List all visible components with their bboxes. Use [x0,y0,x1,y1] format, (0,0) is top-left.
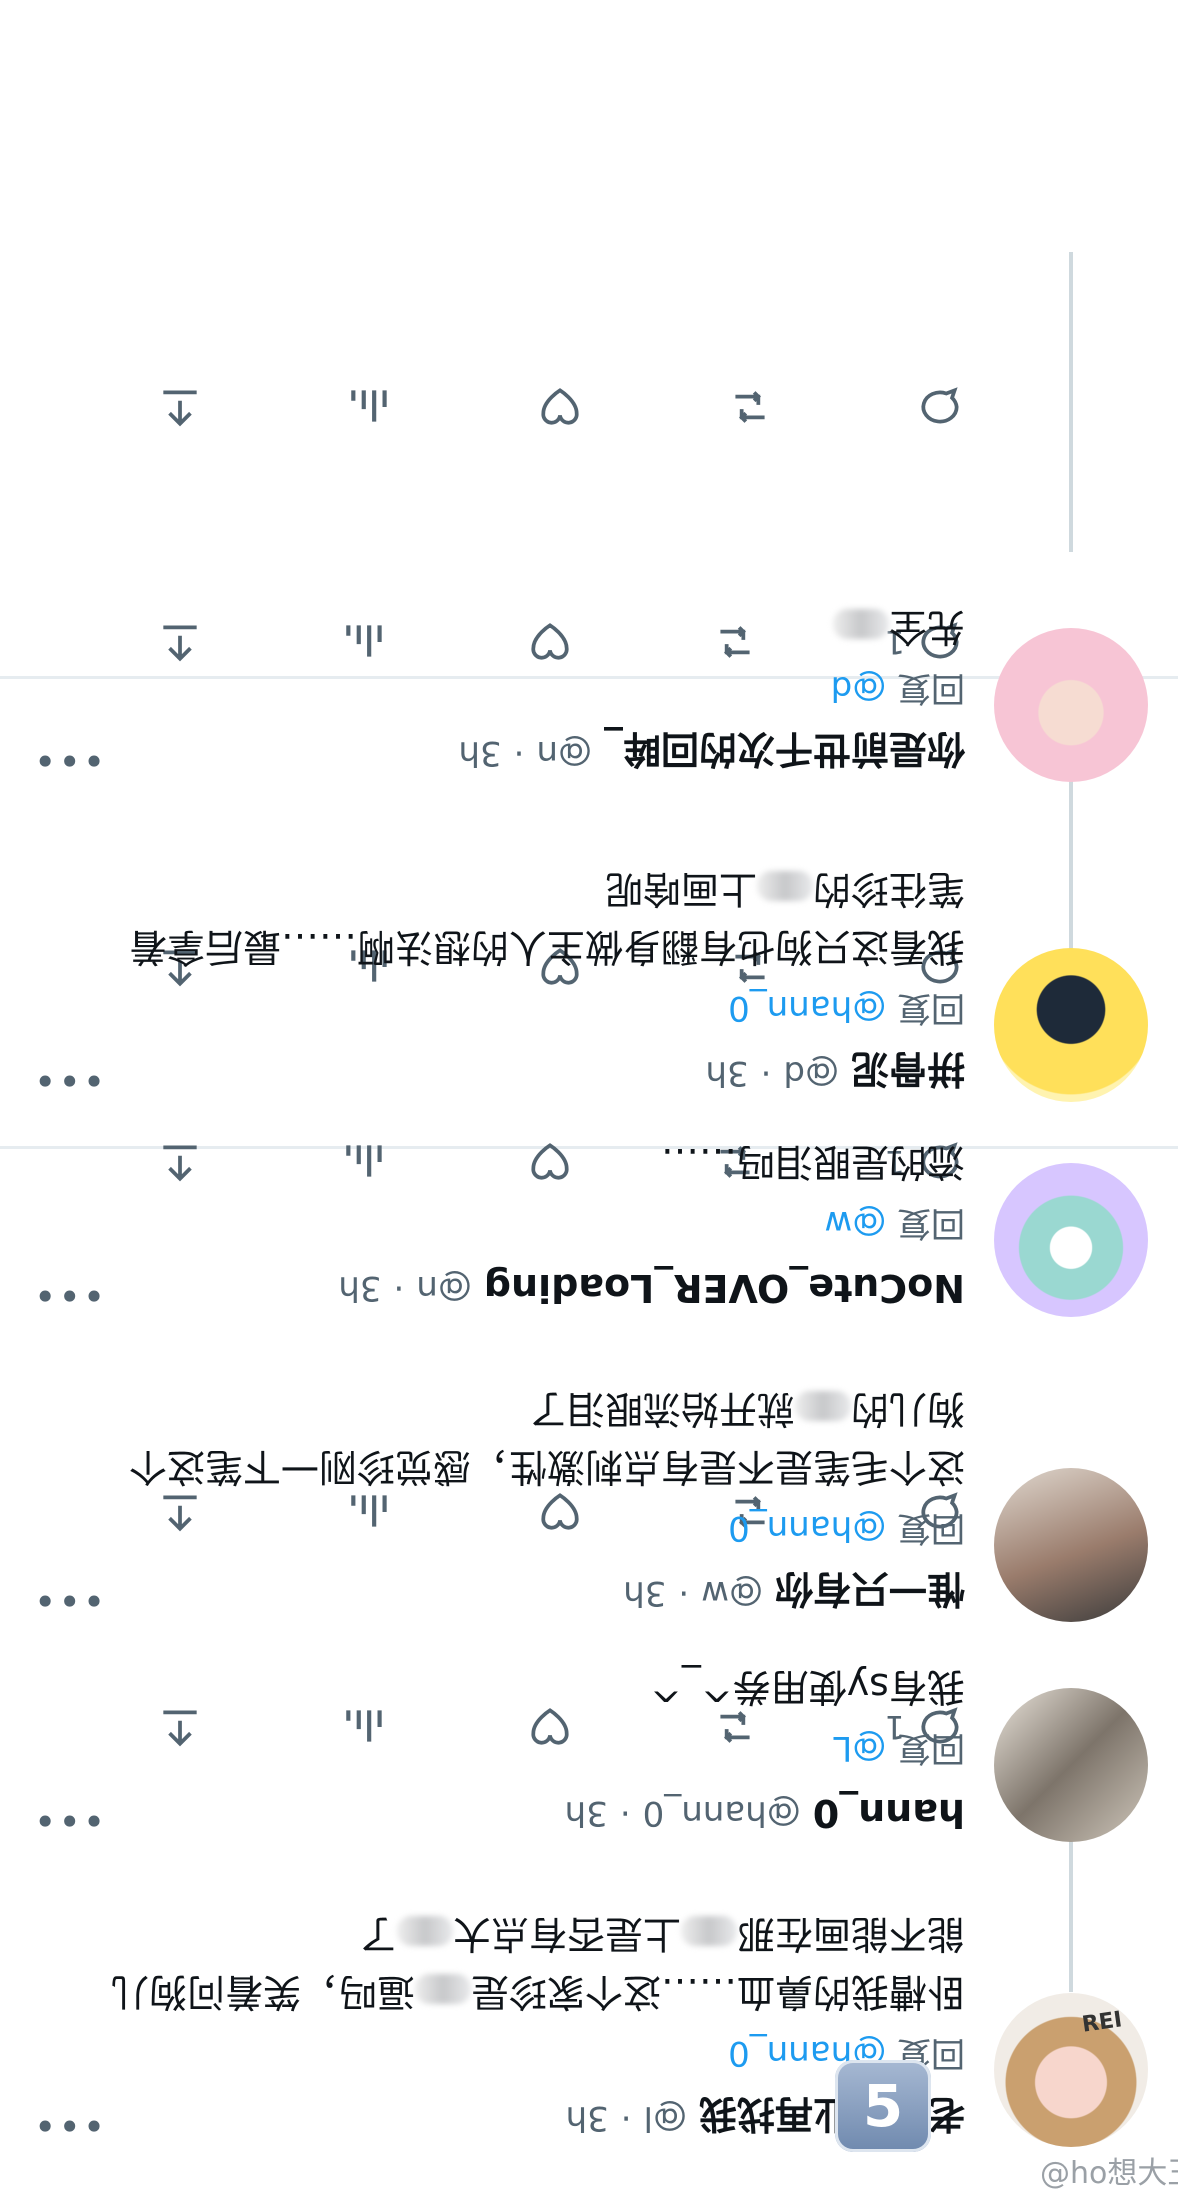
mention-link[interactable]: @L [833,1728,886,1768]
mention-link[interactable]: @hann_0 [728,1508,886,1548]
timestamp[interactable]: 3h [565,1793,608,1833]
handle[interactable]: @l [644,2098,687,2138]
tweet-text: 卧槽我的鼻血……这个家珍是逼吗，笑着问狗儿 能不能画在那上是否有点大了 [110,1912,965,2014]
replying-to: 回复 @hann_0 [728,988,965,1028]
timestamp[interactable]: 3h [566,2098,609,2138]
tweet-text: 先全 [20,598,965,656]
display-name[interactable]: hann_0 [813,1791,965,1835]
timestamp[interactable]: 3h [623,1573,666,1613]
blurred-text [756,871,813,902]
avatar[interactable] [994,1688,1148,1842]
display-name[interactable]: 你是前世千次的回眸_ [604,726,965,781]
mention-link[interactable]: @d [831,668,887,708]
timestamp[interactable]: 3h [705,1053,748,1093]
reply-icon [921,387,959,424]
replying-to: 回复 @L [833,1728,965,1768]
display-name[interactable]: 惟一只有你 [775,1566,965,1621]
mention-link[interactable]: @w [824,1203,886,1243]
timestamp[interactable]: 3h [458,733,501,773]
handle[interactable]: @hann_0 [643,1793,801,1833]
retweet-icon [735,391,765,423]
blurred-text [832,609,889,640]
replying-to: 回复 @hann_0 [728,1508,965,1548]
dot-separator: · [619,1793,631,1833]
dot-separator: · [393,1268,405,1308]
blurred-text [680,1916,737,1947]
sticker-badge: 5 [835,2060,931,2152]
share-button[interactable] [145,382,205,432]
views-icon [351,390,387,422]
handle[interactable]: @w [701,1573,763,1613]
handle[interactable]: @d [783,1053,839,1093]
retweet-button[interactable] [715,382,775,432]
avatar[interactable] [994,1993,1148,2147]
tweet-text: 这个毛笔是不是有点刺激性，感觉珍刚一下笔这个 狗儿的就开始流眼泪了 [128,1387,965,1489]
blurred-text [396,1916,453,1947]
mention-link[interactable]: @hann_0 [728,988,886,1028]
dot-separator: · [678,1573,690,1613]
dot-separator: · [620,2098,632,2138]
watermark: @ho想大王 [1040,2156,1178,2191]
blurred-text [794,1391,851,1422]
timestamp[interactable]: 3h [338,1268,381,1308]
replying-to: 回复 @hann_0 [728,2033,965,2073]
like-icon [541,388,579,425]
blurred-text [414,1974,471,2005]
avatar[interactable] [994,948,1148,1102]
dot-separator: · [513,733,525,773]
more-icon[interactable]: ••• [32,1798,105,1842]
avatar[interactable] [994,1468,1148,1622]
like-button[interactable] [525,382,585,432]
more-icon[interactable]: ••• [32,2103,105,2147]
more-icon[interactable]: ••• [32,738,105,782]
avatar[interactable] [994,628,1148,782]
more-icon[interactable]: ••• [32,1273,105,1317]
display-name[interactable]: NoCute_OVER_Loading [484,1266,965,1310]
handle[interactable]: @n [416,1268,472,1308]
tweet-text: 我有sy使用券^_^ [650,1665,965,1709]
handle[interactable]: @n [536,733,592,773]
tweet-text: 我看这只狗也有翻身做主人的想法啊……最后拿着 笔往珍的上画啥呢 [128,867,965,969]
avatar[interactable] [994,1163,1148,1317]
more-icon[interactable]: ••• [32,1058,105,1102]
thread-connector [1069,252,1073,552]
tweet-text: 流的是眼泪吗…… [660,1140,965,1184]
display-name[interactable]: 拼骨泥 [851,1046,965,1101]
replying-to: 回复 @d [830,668,965,708]
views-button[interactable] [335,382,395,432]
reply-button[interactable] [905,382,965,432]
replying-to: 回复 @w [824,1203,965,1243]
action-bar [145,377,965,437]
share-icon [163,390,197,427]
dot-separator: · [760,1053,772,1093]
more-icon[interactable]: ••• [32,1578,105,1622]
